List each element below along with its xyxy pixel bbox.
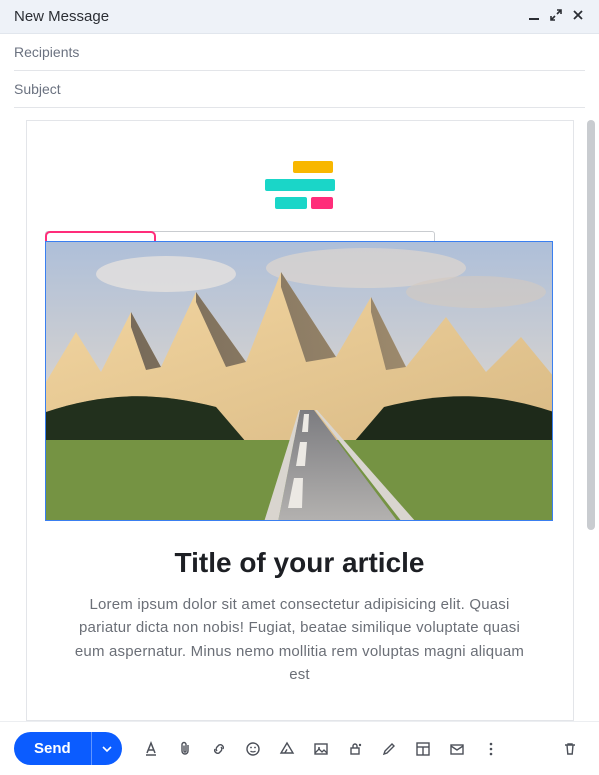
- mail-icon[interactable]: [442, 734, 472, 764]
- send-button[interactable]: Send: [14, 732, 91, 765]
- layout-icon[interactable]: [408, 734, 438, 764]
- minimize-icon[interactable]: [527, 8, 541, 25]
- email-template: Change image Add link | Edit alt text | …: [26, 120, 574, 721]
- hero-image[interactable]: [45, 241, 553, 521]
- compose-window: New Message Recipients Subject Change im…: [0, 0, 599, 775]
- subject-field[interactable]: Subject: [14, 71, 585, 108]
- attach-icon[interactable]: [170, 734, 200, 764]
- compose-body[interactable]: Change image Add link | Edit alt text | …: [0, 108, 599, 721]
- article-title[interactable]: Title of your article: [45, 547, 555, 579]
- header-fields: Recipients Subject: [0, 34, 599, 108]
- chevron-down-icon: [102, 744, 112, 754]
- trash-icon[interactable]: [555, 734, 585, 764]
- titlebar: New Message: [0, 0, 599, 34]
- close-icon[interactable]: [571, 8, 585, 25]
- recipients-field[interactable]: Recipients: [14, 34, 585, 71]
- pen-icon[interactable]: [374, 734, 404, 764]
- drive-icon[interactable]: [272, 734, 302, 764]
- window-controls: [527, 8, 585, 25]
- send-group: Send: [14, 732, 122, 765]
- send-options-button[interactable]: [91, 732, 122, 765]
- article-body[interactable]: Lorem ipsum dolor sit amet consectetur a…: [70, 593, 530, 686]
- font-icon[interactable]: [136, 734, 166, 764]
- emoji-icon[interactable]: [238, 734, 268, 764]
- expand-icon[interactable]: [549, 8, 563, 25]
- lock-icon[interactable]: [340, 734, 370, 764]
- bottom-toolbar: Send: [0, 721, 599, 775]
- more-icon[interactable]: [476, 734, 506, 764]
- image-icon[interactable]: [306, 734, 336, 764]
- window-title: New Message: [14, 8, 109, 25]
- format-tools: [136, 734, 506, 764]
- link-icon[interactable]: [204, 734, 234, 764]
- template-logo: [265, 161, 335, 213]
- scrollbar[interactable]: [587, 120, 595, 530]
